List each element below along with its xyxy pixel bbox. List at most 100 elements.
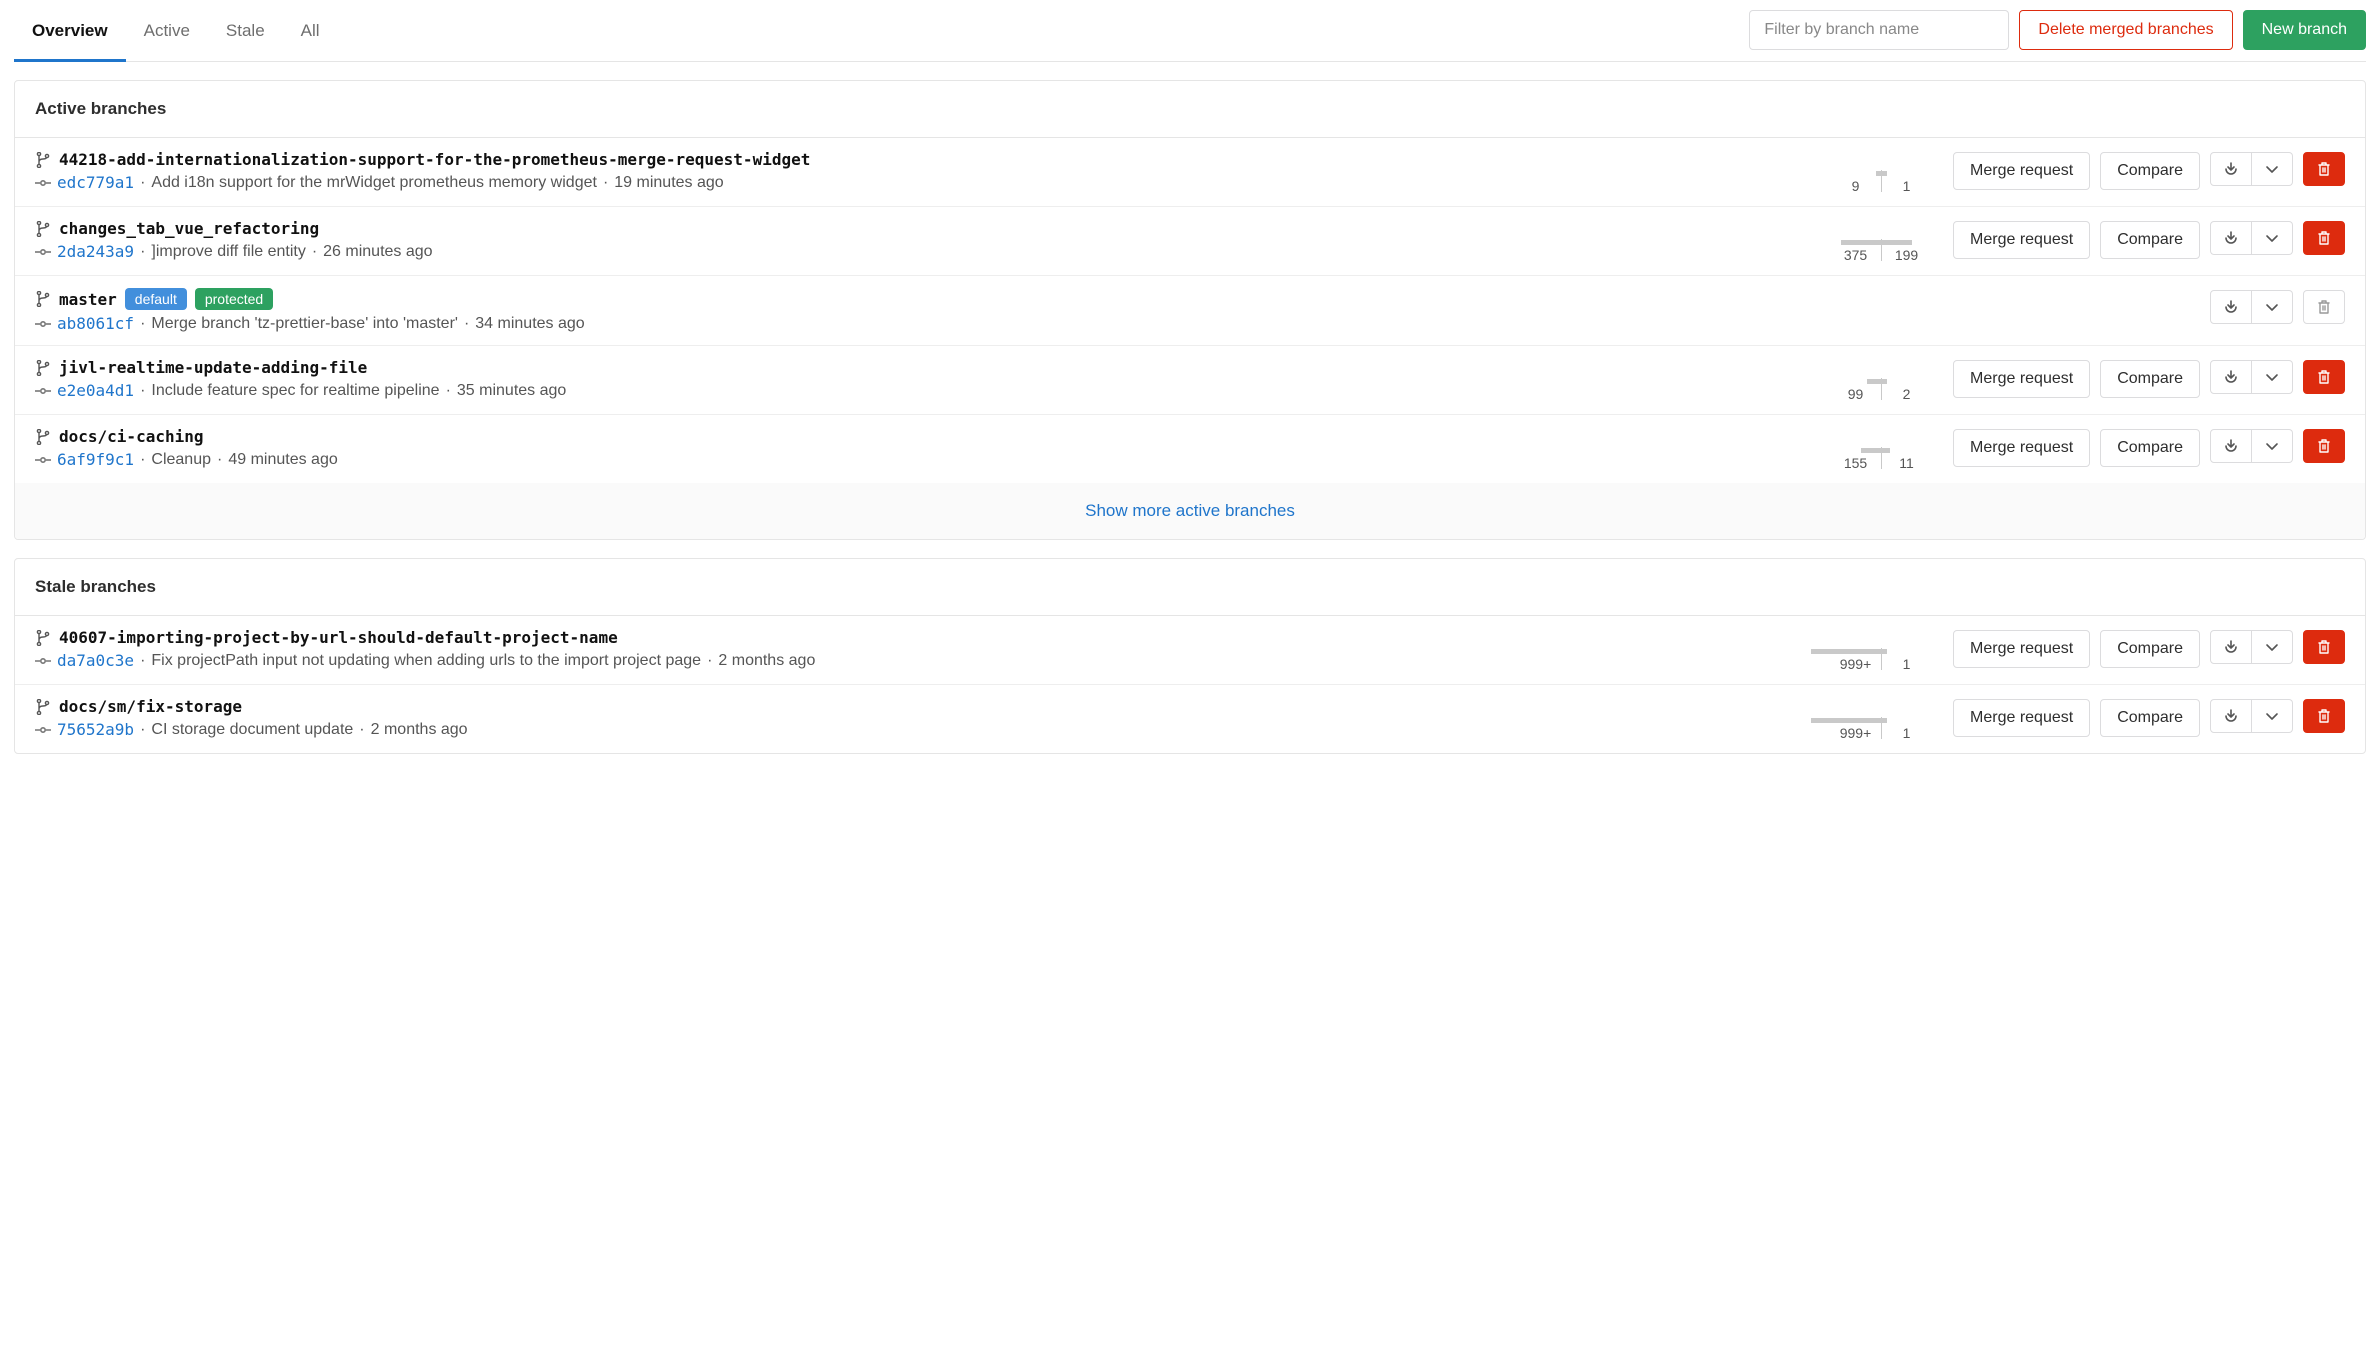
ahead-bar [1882,448,1890,453]
branch-name[interactable]: 40607-importing-project-by-url-should-de… [59,628,618,647]
tab-active[interactable]: Active [126,5,208,62]
ahead-bar [1882,718,1887,723]
branch-name[interactable]: jivl-realtime-update-adding-file [59,358,367,377]
download-dropdown[interactable] [2210,152,2293,186]
commit-message: Cleanup [151,451,211,469]
download-caret[interactable] [2252,360,2293,394]
commit-sha[interactable]: e2e0a4d1 [57,381,134,400]
branch-row: changes_tab_vue_refactoring 2da243a9 · ]… [15,207,2365,276]
behind-bar [1841,240,1881,245]
merge-request-button[interactable]: Merge request [1953,152,2090,190]
download-caret[interactable] [2252,429,2293,463]
commit-sha[interactable]: 2da243a9 [57,242,134,261]
tab-overview[interactable]: Overview [14,5,126,62]
download-button[interactable] [2210,221,2252,255]
branch-row: 44218-add-internationalization-support-f… [15,138,2365,207]
commit-sha[interactable]: da7a0c3e [57,651,134,670]
commit-sha[interactable]: 6af9f9c1 [57,450,134,469]
delete-merged-button[interactable]: Delete merged branches [2019,10,2232,50]
ahead-bar [1882,171,1887,176]
download-caret[interactable] [2252,152,2293,186]
commit-time: 35 minutes ago [457,382,566,400]
download-button[interactable] [2210,429,2252,463]
ahead-count: 1 [1903,178,1911,194]
trash-icon [2316,299,2332,315]
branch-name[interactable]: changes_tab_vue_refactoring [59,219,319,238]
commit-message: Include feature spec for realtime pipeli… [151,382,439,400]
behind-count: 9 [1852,178,1860,194]
download-caret[interactable] [2252,221,2293,255]
delete-branch-button[interactable] [2303,429,2345,463]
compare-button[interactable]: Compare [2100,699,2200,737]
merge-request-button[interactable]: Merge request [1953,630,2090,668]
download-caret[interactable] [2252,290,2293,324]
delete-branch-button[interactable] [2303,699,2345,733]
commit-sha[interactable]: 75652a9b [57,720,134,739]
chevron-down-icon [2264,708,2280,724]
dot-separator: · [312,243,317,261]
trash-icon [2316,438,2332,454]
download-dropdown[interactable] [2210,221,2293,255]
tab-all[interactable]: All [283,5,338,62]
download-icon [2223,438,2239,454]
delete-branch-button[interactable] [2303,360,2345,394]
commit-icon [35,722,51,738]
download-dropdown[interactable] [2210,290,2293,324]
compare-button[interactable]: Compare [2100,221,2200,259]
compare-button[interactable]: Compare [2100,429,2200,467]
dot-separator: · [140,382,145,400]
compare-button[interactable]: Compare [2100,630,2200,668]
dot-separator: · [140,315,145,333]
download-caret[interactable] [2252,699,2293,733]
dot-separator: · [217,451,222,469]
branch-filter-input[interactable] [1749,10,2009,50]
branch-info: changes_tab_vue_refactoring 2da243a9 · ]… [35,219,1809,261]
commit-icon [35,175,51,191]
dot-separator: · [140,721,145,739]
download-button[interactable] [2210,360,2252,394]
ahead-count: 2 [1903,386,1911,402]
branch-name[interactable]: 44218-add-internationalization-support-f… [59,150,810,169]
compare-button[interactable]: Compare [2100,360,2200,398]
branch-icon [35,360,51,376]
tab-stale[interactable]: Stale [208,5,283,62]
behind-bar [1861,448,1881,453]
merge-request-button[interactable]: Merge request [1953,699,2090,737]
branch-name[interactable]: docs/ci-caching [59,427,204,446]
download-button[interactable] [2210,699,2252,733]
branch-icon [35,152,51,168]
show-more-active-link[interactable]: Show more active branches [1085,501,1295,520]
download-dropdown[interactable] [2210,630,2293,664]
branch-name[interactable]: master [59,290,117,309]
download-button[interactable] [2210,630,2252,664]
download-button[interactable] [2210,290,2252,324]
delete-branch-button[interactable] [2303,152,2345,186]
protected-badge: protected [195,288,273,310]
download-dropdown[interactable] [2210,429,2293,463]
download-dropdown[interactable] [2210,360,2293,394]
divergence-graph: 375 199 [1821,219,1941,263]
show-more-active: Show more active branches [15,483,2365,539]
download-caret[interactable] [2252,630,2293,664]
branch-name[interactable]: docs/sm/fix-storage [59,697,242,716]
delete-branch-button[interactable] [2303,221,2345,255]
branch-info: master default protected ab8061cf · Merg… [35,288,2066,333]
compare-button[interactable]: Compare [2100,152,2200,190]
chevron-down-icon [2264,161,2280,177]
divergence-graph: 155 11 [1821,427,1941,471]
merge-request-button[interactable]: Merge request [1953,360,2090,398]
ahead-count: 199 [1895,247,1918,263]
commit-sha[interactable]: edc779a1 [57,173,134,192]
download-dropdown[interactable] [2210,699,2293,733]
divergence-graph: 999+ 1 [1821,697,1941,741]
branch-actions: Merge request Compare [1953,628,2345,668]
merge-request-button[interactable]: Merge request [1953,429,2090,467]
merge-request-button[interactable]: Merge request [1953,221,2090,259]
download-button[interactable] [2210,152,2252,186]
download-icon [2223,299,2239,315]
dot-separator: · [140,451,145,469]
dot-separator: · [359,721,364,739]
new-branch-button[interactable]: New branch [2243,10,2366,50]
delete-branch-button[interactable] [2303,630,2345,664]
commit-sha[interactable]: ab8061cf [57,314,134,333]
